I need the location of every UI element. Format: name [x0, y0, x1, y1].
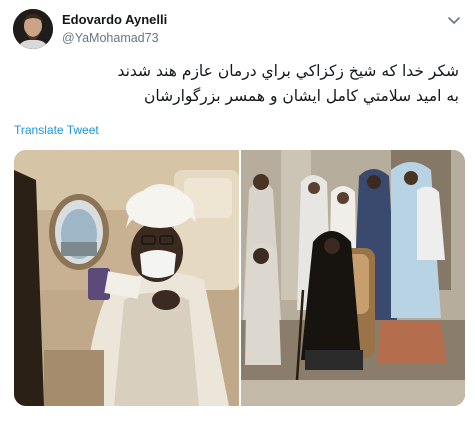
profile-avatar-image [13, 9, 53, 49]
tweet-card: Edovardo Aynelli @YaMohamad73 شکر خدا که… [0, 0, 475, 422]
media-grid [14, 150, 465, 406]
tweet-text: شکر خدا که شيخ زکزاکي براي درمان عازم هن… [19, 59, 459, 109]
photo-airplane[interactable] [14, 150, 239, 406]
tweet-text-line-1: شکر خدا که شيخ زکزاکي براي درمان عازم هن… [117, 62, 459, 80]
photo-group[interactable] [241, 150, 465, 406]
display-name[interactable]: Edovardo Aynelli [62, 12, 167, 27]
tweet-text-line-2: به اميد سلامتي کامل ايشان و همسر بزرگوار… [144, 87, 459, 105]
avatar[interactable] [13, 9, 53, 49]
user-handle[interactable]: @YaMohamad73 [62, 31, 159, 45]
chevron-down-icon[interactable] [446, 14, 462, 28]
translate-tweet-link[interactable]: Translate Tweet [14, 123, 99, 137]
